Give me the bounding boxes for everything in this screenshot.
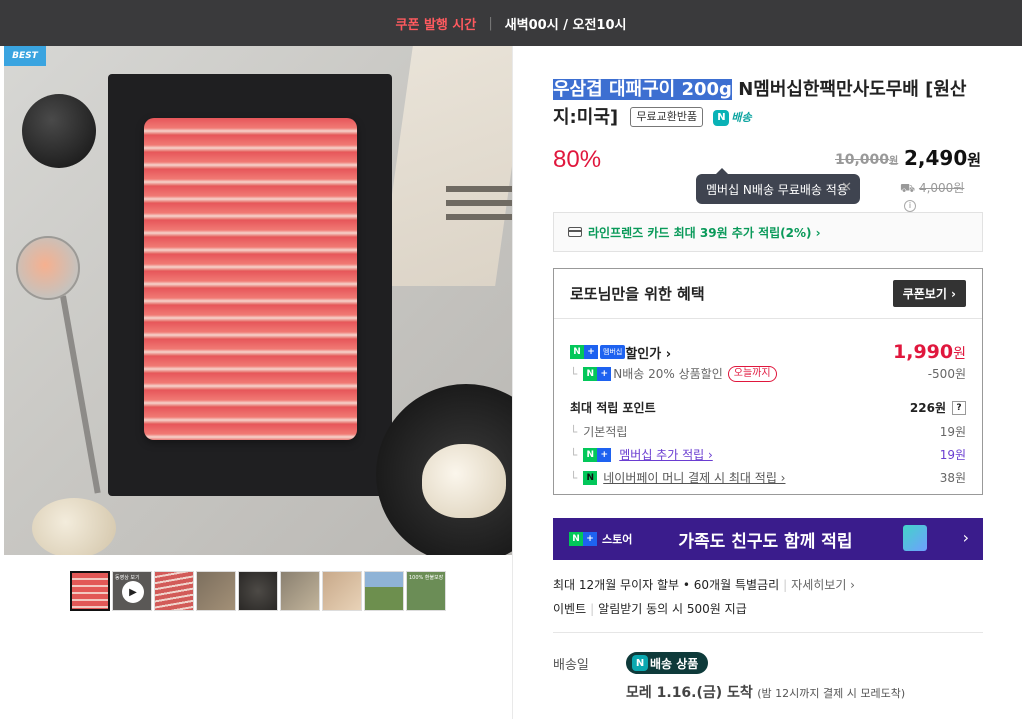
benefit-title: 로또님만을 위한 혜택 xyxy=(570,285,705,303)
sale-price: 2,490원 xyxy=(904,146,982,170)
installment-info: 최대 12개월 무이자 할부 • 60개월 특별금리 | 자세히보기 › xyxy=(553,578,855,592)
tooltip-text: 멤버십 N배송 무료배송 적용 xyxy=(706,182,848,197)
n-delivery-label: 배송 xyxy=(731,111,752,124)
original-price: 10,000원 xyxy=(835,152,899,168)
nship-discount-value: -500원 xyxy=(927,367,966,381)
membership-points-row: └ N + 멤버십 추가 적립 › 19원 xyxy=(570,446,966,463)
n-plus-badge: N + xyxy=(583,366,613,381)
member-price: 1,990원 xyxy=(893,341,966,363)
close-icon[interactable]: ✕ xyxy=(841,180,852,195)
nship-discount-label: N배송 20% 상품할인 xyxy=(613,367,723,381)
n-plus-badge: N + 멤버십 xyxy=(570,345,626,359)
help-icon[interactable]: ? xyxy=(952,400,966,415)
thumbnail-caption: 동영상 보기 xyxy=(115,575,140,581)
npay-points-link[interactable]: 네이버페이 머니 결제 시 최대 적립 › xyxy=(603,469,785,486)
today-only-badge: 오늘까지 xyxy=(727,365,777,382)
event-info: 이벤트 | 알림받기 동의 시 500원 지급 xyxy=(553,602,747,616)
title-highlight: 우삼겹 대패구이 200g xyxy=(553,79,732,100)
basic-points-row: └ 기본적립 19원 xyxy=(570,425,966,439)
n-delivery-icon: N xyxy=(713,110,730,126)
main-product-image[interactable]: BEST xyxy=(4,46,512,555)
coupon-time-banner: 쿠폰 발행 시간 | 새벽00시 / 오전10시 xyxy=(0,0,1022,46)
spoon-handle xyxy=(60,295,101,494)
discount-rate: 80% xyxy=(553,146,602,173)
n-delivery-icon: N xyxy=(632,655,648,671)
towel-stripe xyxy=(446,186,512,192)
npay-icon: N xyxy=(583,470,598,485)
member-price-label[interactable]: 할인가 › xyxy=(625,343,671,362)
garlic xyxy=(422,444,506,518)
installment-text: 최대 12개월 무이자 할부 • 60개월 특별금리 xyxy=(553,578,780,592)
garlic xyxy=(32,498,116,555)
shipping-fee: ⛟ 4,000원 i xyxy=(900,179,983,212)
delivery-label: 배송일 xyxy=(553,658,589,673)
view-coupon-button[interactable]: 쿠폰보기 › xyxy=(892,280,966,307)
thumbnail[interactable] xyxy=(280,571,320,611)
tree-connector: └ xyxy=(570,366,578,381)
thumbnail[interactable] xyxy=(364,571,404,611)
nship-discount-row: └ N + N배송 20% 상품할인 오늘까지 -500원 xyxy=(570,365,966,382)
basic-points-value: 19원 xyxy=(939,425,966,439)
coupon-hours: 새벽00시 / 오전10시 xyxy=(504,17,627,33)
n-delivery-badge: N 배송 상품 xyxy=(626,652,709,674)
thumbnail[interactable] xyxy=(70,571,110,611)
points-value: 226원 xyxy=(909,401,946,415)
membership-points-link[interactable]: 멤버십 추가 적립 › xyxy=(619,446,713,463)
membership-points-value: 19원 xyxy=(939,448,966,462)
product-title: 우삼겹 대패구이 200g N멤버십한팩만사도무배 [원산지:미국] 무료교환반… xyxy=(553,76,983,132)
best-badge: BEST xyxy=(4,46,46,66)
thumbnail-caption: 100% 환불보장 xyxy=(409,575,444,581)
salt-spoon xyxy=(16,236,80,300)
divider: | xyxy=(488,15,493,31)
thumbnail[interactable] xyxy=(154,571,194,611)
n-delivery-tag: N 배송 xyxy=(713,104,752,132)
play-icon: ▶ xyxy=(122,581,144,603)
info-icon[interactable]: i xyxy=(904,199,916,212)
chevron-right-icon: › xyxy=(962,528,969,547)
section-divider xyxy=(553,632,983,633)
store-promo-banner[interactable]: N + 스토어 가족도 친구도 함께 적립 › xyxy=(553,518,983,560)
towel-stripe xyxy=(446,200,512,206)
thumbnail[interactable]: 100% 환불보장 xyxy=(406,571,446,611)
delivery-pill-text: 배송 상품 xyxy=(650,656,699,671)
thumbnail[interactable] xyxy=(322,571,362,611)
thumbnail[interactable] xyxy=(238,571,278,611)
card-benefit-text: 라인프렌즈 카드 최대 39원 추가 적립(2%) › xyxy=(588,225,821,240)
basic-points-label: 기본적립 xyxy=(583,425,628,439)
npay-points-value: 38원 xyxy=(939,471,966,485)
promo-text: 가족도 친구도 함께 적립 xyxy=(678,531,853,552)
credit-card-icon xyxy=(568,227,582,237)
truck-icon: ⛟ xyxy=(900,181,916,195)
video-thumbnail[interactable]: ▶ 동영상 보기 xyxy=(112,571,152,611)
npay-points-row: └ N 네이버페이 머니 결제 시 최대 적립 › 38원 xyxy=(570,469,966,486)
card-benefit-banner[interactable]: 라인프렌즈 카드 최대 39원 추가 적립(2%) › xyxy=(553,212,983,252)
coupon-time-label: 쿠폰 발행 시간 xyxy=(395,17,477,33)
points-label: 최대 적립 포인트 xyxy=(570,401,656,415)
n-plus-badge: N + xyxy=(583,447,613,462)
member-benefit-box: 로또님만을 위한 혜택 쿠폰보기 › N + 멤버십 할인가 › 1,990원 └ … xyxy=(553,268,983,495)
benefit-header: 로또님만을 위한 혜택 쿠폰보기 › xyxy=(554,269,982,319)
free-exchange-tag: 무료교환반품 xyxy=(630,107,704,127)
arrival-date: 모레 1.16.(금) 도착 xyxy=(626,685,753,701)
thumbnail[interactable] xyxy=(196,571,236,611)
arrival-note: (밤 12시까지 결제 시 모레도착) xyxy=(757,687,906,700)
sliced-beef xyxy=(144,118,357,440)
towel-decor xyxy=(379,46,512,286)
points-row: 최대 적립 포인트 226원 ? xyxy=(570,399,966,416)
pepper-grinder xyxy=(22,94,96,168)
n-plus-store-logo: N + 스토어 xyxy=(569,531,632,547)
gift-box-icon xyxy=(903,525,927,551)
shipping-fee-value: 4,000원 xyxy=(918,181,965,195)
towel-stripe xyxy=(446,214,512,220)
product-gallery: BEST ▶ 동영상 보기 100% 환불보장 xyxy=(0,46,513,719)
thumbnail-strip: ▶ 동영상 보기 100% 환불보장 xyxy=(70,571,446,611)
member-price-row: N + 멤버십 할인가 › 1,990원 xyxy=(570,341,966,363)
arrival-estimate: 모레 1.16.(금) 도착 (밤 12시까지 결제 시 모레도착) xyxy=(626,682,905,702)
event-text: 알림받기 동의 시 500원 지급 xyxy=(598,602,747,616)
event-label: 이벤트 xyxy=(553,602,587,616)
installment-details-link[interactable]: 자세히보기 › xyxy=(791,578,855,592)
free-shipping-tooltip: 멤버십 N배송 무료배송 적용 ✕ xyxy=(696,168,860,204)
